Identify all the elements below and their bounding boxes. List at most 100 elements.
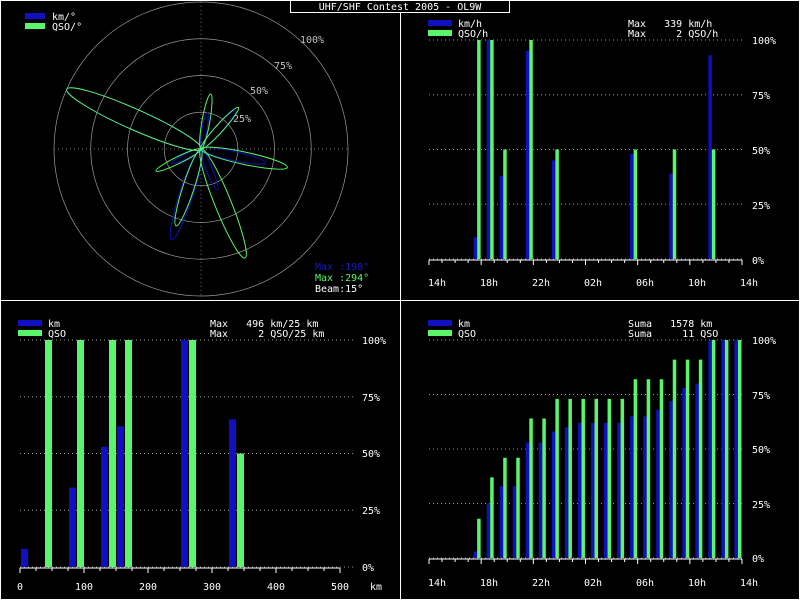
legend-label-qso: QSO (48, 329, 66, 340)
hourly-xlabel-1: 18h (480, 278, 498, 289)
cumulative-bar-qso-5 (503, 457, 507, 558)
legend-label-qso-deg: QSO/° (52, 22, 82, 33)
cumulative-bar-km-23 (734, 340, 738, 558)
legend-swatch-sum-km (428, 320, 452, 326)
hourly-bar-qso-7 (529, 40, 533, 259)
cumulative-ylabel-100: 100% (752, 336, 776, 347)
hourly-legend: km/h QSO/h (428, 19, 488, 40)
cumulative-bar-qso-4 (490, 477, 494, 558)
cumulative-ylabel-75: 75% (752, 391, 770, 402)
distance-bar-qso-6 (125, 340, 132, 567)
polar-lobe-km-6 (171, 148, 202, 165)
cumulative-bar-km-9 (551, 431, 556, 558)
cumulative-bar-qso-3 (477, 518, 481, 558)
distance-bar-qso-3 (77, 340, 84, 567)
polar-chart-panel: km/° QSO/° 25% 50% 75% 100% Max :198° Ma… (25, 1, 369, 297)
hourly-bar-km-5 (499, 175, 504, 259)
hourly-bar-qso-15 (633, 149, 638, 259)
distance-ylabel-0: 0% (362, 563, 374, 574)
distance-ylabel-50: 50% (362, 449, 380, 460)
ring-label-25: 25% (233, 114, 251, 125)
hourly-ylabel-50: 50% (752, 146, 770, 157)
polar-lobe-qso-2 (200, 146, 288, 170)
cumulative-xlabel-1: 18h (480, 578, 498, 589)
cumulative-bar-km-22 (721, 340, 725, 558)
cumulative-bar-km-19 (682, 387, 686, 558)
distance-xlabel-100: 100 (75, 582, 93, 593)
legend-label-sum-qso: QSO (458, 329, 476, 340)
legend-swatch-qso-deg (25, 23, 45, 29)
cumulative-bar-km-14 (617, 422, 621, 558)
distance-bar-qso-13 (237, 453, 244, 567)
cumulative-ylabel-25: 25% (752, 500, 770, 511)
hourly-bar-qso-21 (711, 149, 716, 259)
cumulative-bar-km-20 (695, 383, 699, 558)
hourly-ylabel-0: 0% (752, 256, 764, 267)
legend-swatch-qso-h (428, 30, 452, 36)
legend-swatch-qso (18, 330, 42, 336)
cumulative-xlabel-2: 22h (532, 578, 550, 589)
cumulative-bar-qso-10 (568, 398, 572, 558)
cumulative-bar-qso-12 (594, 398, 598, 558)
cumulative-bar-qso-17 (659, 379, 664, 558)
hourly-bar-qso-3 (477, 40, 481, 259)
cumulative-xlabel-0: 14h (428, 578, 446, 589)
distance-legend: km QSO (18, 319, 66, 340)
distance-bar-km-5 (101, 446, 108, 567)
legend-swatch-km-h (428, 20, 452, 26)
hourly-bar-qso-9 (555, 149, 559, 259)
cumulative-chart-panel: km QSO Suma 1578 km Suma 11 QSO 100% 75%… (428, 319, 776, 589)
cumulative-bar-qso-21 (711, 340, 716, 558)
hourly-bar-km-9 (551, 160, 556, 259)
hourly-plot (428, 39, 743, 265)
cumulative-bar-km-12 (591, 422, 595, 558)
hourly-chart-panel: km/h QSO/h Max 339 km/h Max 2 QSO/h 100%… (428, 19, 776, 289)
distance-ylabel-100: 100% (362, 336, 386, 347)
hourly-ylabel-75: 75% (752, 91, 770, 102)
hourly-bar-km-15 (630, 153, 634, 259)
cumulative-xlabel-3: 02h (584, 578, 602, 589)
polar-legend: km/° QSO/° (25, 12, 82, 33)
cumulative-bar-qso-8 (542, 418, 546, 558)
distance-bar-qso-10 (189, 340, 196, 567)
cumulative-bar-qso-11 (581, 398, 585, 558)
cumulative-xlabel-6: 14h (740, 578, 758, 589)
cumulative-bar-qso-9 (555, 398, 559, 558)
distance-ylabel-75: 75% (362, 393, 380, 404)
polar-info-max-qso: Max :294° (315, 273, 369, 284)
cumulative-bar-km-10 (564, 427, 569, 558)
cumulative-bar-km-16 (643, 416, 647, 558)
cumulative-plot (428, 339, 743, 564)
distance-xunit: km (370, 582, 382, 593)
distance-xlabel-500: 500 (331, 582, 349, 593)
cumulative-bar-qso-22 (724, 340, 729, 558)
polar-info-beam: Beam:15° (315, 284, 363, 295)
hourly-bar-km-18 (669, 173, 673, 259)
hourly-bar-qso-5 (503, 149, 507, 259)
polar-lobes (66, 87, 288, 259)
cumulative-legend: km QSO (428, 319, 476, 340)
distance-bar-qso-5 (109, 340, 116, 567)
distance-xlabel-200: 200 (139, 582, 157, 593)
distance-bar-qso-1 (45, 340, 52, 567)
legend-swatch-km-deg (25, 13, 45, 19)
ring-label-75: 75% (274, 61, 292, 72)
hourly-xlabel-3: 02h (584, 278, 602, 289)
hourly-xlabel-4: 06h (636, 278, 654, 289)
distance-bar-km-6 (117, 426, 124, 567)
cumulative-bar-km-13 (604, 422, 608, 558)
hourly-xlabel-5: 10h (688, 278, 706, 289)
distance-chart-panel: km QSO Max 496 km/25 km Max 2 QSO/25 km … (17, 319, 386, 593)
hourly-bar-qso-18 (672, 149, 677, 259)
cumulative-bar-qso-15 (633, 379, 638, 558)
distance-ylabel-25: 25% (362, 506, 380, 517)
hourly-bar-qso-4 (490, 40, 494, 259)
cumulative-xlabel-4: 06h (636, 578, 654, 589)
hourly-bar-km-21 (708, 55, 712, 259)
title-bar: UHF/SHF Contest 2005 - OL9W (290, 0, 510, 13)
polar-lobe-qso-5 (200, 106, 240, 150)
hourly-ylabel-100: 100% (752, 36, 776, 47)
legend-label-qso-h: QSO/h (458, 29, 488, 40)
cumulative-bar-qso-7 (529, 418, 533, 558)
window-title: UHF/SHF Contest 2005 - OL9W (319, 2, 483, 13)
